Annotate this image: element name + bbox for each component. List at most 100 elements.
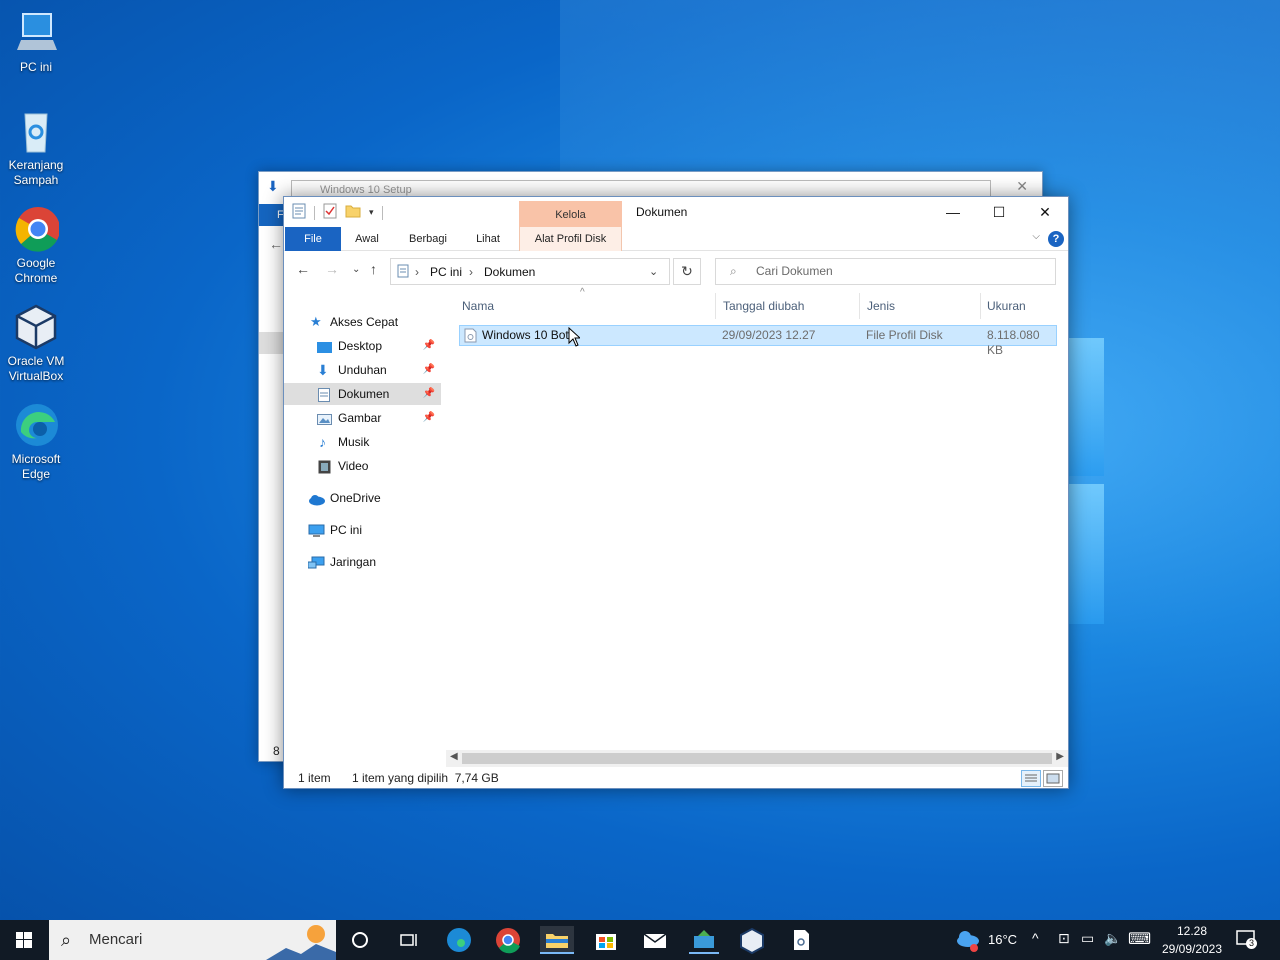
nav-item-pictures[interactable]: Gambar 📌	[284, 407, 441, 429]
scrollbar-thumb[interactable]	[462, 753, 1052, 764]
back-arrow-icon[interactable]: ←	[269, 236, 283, 252]
file-explorer-taskbar-icon[interactable]	[540, 926, 574, 954]
up-arrow-icon[interactable]: ↑	[370, 261, 377, 277]
search-icon: ⌕	[61, 930, 72, 950]
nav-label: Desktop	[338, 339, 383, 353]
desktop-icon-pc[interactable]: PC ini	[4, 10, 68, 75]
start-button[interactable]	[0, 920, 48, 960]
volume-muted-icon[interactable]: 🔈	[1104, 930, 1121, 947]
nav-item-desktop[interactable]: Desktop 📌	[284, 335, 441, 357]
column-header-name[interactable]: Nama	[456, 293, 716, 319]
quick-access-toolbar: ▾	[292, 203, 383, 222]
nav-item-pc[interactable]: PC ini	[284, 519, 441, 541]
nav-item-quick-access[interactable]: ★ Akses Cepat	[284, 311, 441, 333]
scroll-right-icon[interactable]: ▶	[1056, 751, 1064, 762]
title-bar[interactable]: ▾ Kelola Dokumen — ☐ ✕	[284, 197, 1068, 227]
desktop-icon-recycle-bin[interactable]: Keranjang Sampah	[4, 108, 68, 188]
disk-viewer-taskbar-icon[interactable]	[786, 926, 816, 954]
back-arrow-icon[interactable]: ←	[296, 261, 310, 277]
desktop-icon-chrome[interactable]: Google Chrome	[4, 206, 68, 286]
chrome-icon	[13, 206, 60, 252]
computer-icon	[308, 523, 325, 537]
customize-dropdown-icon[interactable]: ▾	[369, 207, 374, 218]
weather-icon[interactable]	[954, 926, 984, 954]
recent-locations-chevron-icon[interactable]: ⌄	[352, 264, 360, 275]
nav-label: Video	[338, 459, 369, 473]
breadcrumb-separator-icon: ›	[415, 265, 419, 279]
forward-arrow-icon[interactable]: →	[325, 261, 339, 277]
documents-icon	[397, 264, 409, 281]
caption-buttons: — ☐ ✕	[930, 197, 1068, 227]
refresh-button[interactable]: ↻	[673, 258, 701, 285]
tab-home[interactable]: Awal	[347, 227, 387, 251]
desktop-icon-edge[interactable]: Microsoft Edge	[4, 402, 68, 482]
virtualbox-taskbar-icon[interactable]	[737, 926, 767, 955]
network-icon[interactable]: ▭	[1081, 930, 1094, 947]
system-clock[interactable]: 12.28 29/09/2023	[1158, 922, 1226, 958]
breadcrumb-item-documents[interactable]: Dokumen	[484, 265, 535, 279]
nav-item-downloads[interactable]: ⬇ Unduhan 📌	[284, 359, 441, 381]
nav-label: Jaringan	[330, 555, 377, 569]
clock-time: 12.28	[1176, 924, 1208, 938]
nav-item-network[interactable]: Jaringan	[284, 551, 441, 573]
tab-file[interactable]: File	[285, 227, 341, 251]
pin-icon[interactable]: 📌	[423, 359, 435, 381]
mail-taskbar-icon[interactable]	[640, 926, 670, 954]
store-taskbar-icon[interactable]	[591, 926, 621, 954]
keyboard-icon[interactable]: ⌨	[1128, 929, 1151, 949]
details-view-button[interactable]	[1021, 770, 1041, 787]
bg-nav-selection	[259, 332, 284, 354]
help-icon[interactable]: ?	[1048, 231, 1064, 247]
taskbar-search-placeholder: Mencari	[89, 931, 143, 948]
show-hidden-icons-chevron-icon[interactable]: ^	[1032, 930, 1039, 946]
scroll-left-icon[interactable]: ◀	[450, 751, 458, 762]
star-icon: ★	[310, 314, 322, 329]
breadcrumb-item-pc[interactable]: PC ini	[430, 265, 462, 279]
tab-disk-profile-tools[interactable]: Alat Profil Disk	[519, 227, 622, 251]
window-title: Dokumen	[636, 205, 688, 219]
mouse-cursor-icon	[568, 326, 582, 350]
taskbar-search-input[interactable]: ⌕ Mencari	[49, 920, 336, 960]
address-bar[interactable]: › PC ini › Dokumen ⌄	[390, 258, 670, 285]
chrome-taskbar-icon[interactable]	[493, 926, 523, 954]
minimize-button[interactable]: —	[930, 197, 976, 227]
column-header-date[interactable]: Tanggal diubah	[717, 293, 860, 319]
horizontal-scrollbar[interactable]: ◀ ▶	[446, 750, 1068, 767]
tab-share[interactable]: Berbagi	[402, 227, 454, 251]
search-input[interactable]: ⌕ Cari Dokumen	[715, 258, 1056, 285]
meet-now-icon[interactable]: ⊡	[1058, 930, 1070, 947]
nav-item-documents[interactable]: Dokumen 📌	[284, 383, 441, 405]
checkmark-doc-icon[interactable]	[323, 203, 337, 222]
table-row[interactable]: Windows 10 Bot 29/09/2023 12.27 File Pro…	[459, 325, 1057, 357]
weather-temperature[interactable]: 16°C	[988, 932, 1017, 947]
nav-item-music[interactable]: ♪ Musik	[284, 431, 441, 453]
status-selection: 1 item yang dipilih 7,74 GB	[352, 771, 499, 785]
new-folder-icon[interactable]	[345, 203, 361, 222]
large-icons-view-button[interactable]	[1043, 770, 1063, 787]
notifications-icon[interactable]: 3	[1236, 930, 1257, 949]
maximize-button[interactable]: ☐	[976, 197, 1022, 227]
cortana-icon[interactable]	[346, 926, 376, 954]
nav-label: OneDrive	[330, 491, 381, 505]
column-header-type[interactable]: Jenis	[861, 293, 981, 319]
pin-icon[interactable]: 📌	[423, 383, 435, 405]
close-button[interactable]: ✕	[1022, 197, 1068, 227]
pin-icon[interactable]: 📌	[423, 407, 435, 429]
pin-icon[interactable]: 📌	[423, 335, 435, 357]
bg-file-tab[interactable]: F	[259, 204, 284, 226]
edge-taskbar-icon[interactable]	[444, 926, 474, 954]
task-view-icon[interactable]	[394, 926, 424, 954]
tab-view[interactable]: Lihat	[470, 227, 506, 251]
expand-ribbon-icon[interactable]: ⌵	[1032, 231, 1040, 242]
close-icon[interactable]: ✕	[1016, 178, 1028, 195]
address-dropdown-icon[interactable]: ⌄	[649, 265, 658, 278]
nav-item-onedrive[interactable]: OneDrive	[284, 487, 441, 509]
nav-item-video[interactable]: Video	[284, 455, 441, 477]
properties-icon[interactable]	[292, 203, 306, 222]
nav-label: PC ini	[330, 523, 363, 537]
column-header-size[interactable]: Ukuran	[981, 293, 1059, 319]
file-explorer-window[interactable]: ▾ Kelola Dokumen — ☐ ✕ File Awal Berbagi…	[283, 196, 1069, 789]
setup-taskbar-icon[interactable]	[689, 926, 719, 954]
cloud-icon	[308, 491, 325, 506]
desktop-icon-virtualbox[interactable]: Oracle VM VirtualBox	[4, 304, 68, 384]
